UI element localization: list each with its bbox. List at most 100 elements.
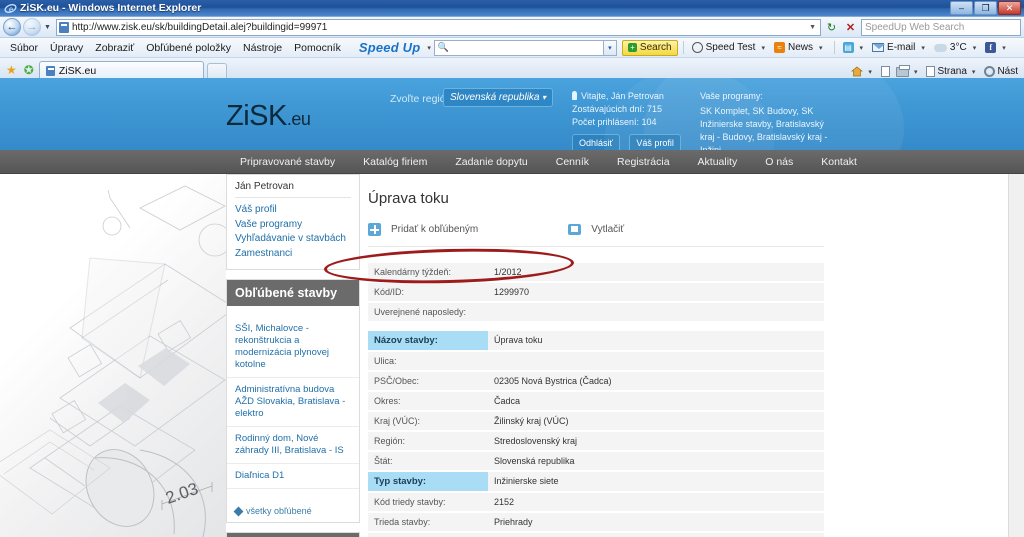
- tools-menu-button[interactable]: Nást: [982, 66, 1020, 77]
- user-greeting-text: Vitajte, Ján Petrovan: [581, 91, 664, 101]
- user-icon: [572, 91, 577, 100]
- print-chevron-down-icon[interactable]: ▾: [911, 68, 921, 76]
- row-value: Čadca: [488, 392, 824, 410]
- blueprint-background-image: 2.03: [0, 174, 226, 537]
- table-row: Štát: Slovenská republika: [368, 452, 824, 470]
- newest-project-title: Najnovší projekt: [227, 533, 359, 537]
- toolbar-weather[interactable]: 3°C ▾: [931, 42, 982, 53]
- page-icon: [926, 66, 936, 77]
- user-info-panel: Vitajte, Ján Petrovan Zostávajúcich dní:…: [572, 90, 692, 150]
- favorites-star-icon[interactable]: ★: [4, 63, 19, 79]
- nav-item-cennik[interactable]: Cenník: [542, 156, 603, 168]
- site-favicon-icon: [58, 21, 69, 33]
- home-chevron-down-icon[interactable]: ▾: [865, 68, 875, 76]
- feeds-button[interactable]: [879, 66, 892, 77]
- address-bar[interactable]: http://www.zisk.eu/sk/buildingDetail.ale…: [55, 18, 821, 36]
- address-input[interactable]: http://www.zisk.eu/sk/buildingDetail.ale…: [72, 22, 804, 33]
- sidebar-item-vyhladavanie-v-stavbach[interactable]: Vyhľadávanie v stavbách: [235, 232, 351, 247]
- page-menu-button[interactable]: Strana ▾: [924, 66, 980, 77]
- menu-item-subor[interactable]: Súbor: [4, 41, 44, 55]
- maximize-button[interactable]: ❐: [974, 1, 997, 15]
- nav-item-zadanie-dopytu[interactable]: Zadanie dopytu: [441, 156, 541, 168]
- window-titlebar: e ZiSK.eu - Windows Internet Explorer – …: [0, 0, 1024, 17]
- print-icon: [568, 224, 582, 235]
- stop-button[interactable]: ✕: [842, 19, 859, 36]
- sidebar-item-vase-programy[interactable]: Vaše programy: [235, 218, 351, 233]
- speedup-search-input[interactable]: 🔍: [433, 39, 604, 56]
- facebook-chevron-down-icon[interactable]: ▾: [999, 44, 1009, 52]
- nav-item-katalog-firiem[interactable]: Katalóg firiem: [349, 156, 441, 168]
- apps-chevron-down-icon[interactable]: ▾: [857, 44, 867, 52]
- toolbar-facebook[interactable]: f ▾: [982, 42, 1012, 53]
- speedup-search-button[interactable]: + Search: [621, 39, 678, 56]
- page-scrollbar[interactable]: [1008, 174, 1024, 537]
- list-item[interactable]: Administratívna budova AŽD Slovakia, Bra…: [227, 378, 359, 427]
- print-button[interactable]: ▾: [894, 64, 923, 77]
- recent-pages-chevron-down-icon[interactable]: ▼: [43, 24, 54, 31]
- page-chevron-down-icon[interactable]: ▾: [969, 68, 979, 76]
- menu-item-zobrazit[interactable]: Zobraziť: [89, 41, 140, 55]
- tab-favicon-icon: [45, 65, 55, 76]
- table-row: Región: Stredoslovenský kraj: [368, 432, 824, 450]
- page-menu-label: Strana: [937, 66, 967, 77]
- toolbar-apps[interactable]: ▤ ▾: [840, 42, 870, 53]
- news-chevron-down-icon[interactable]: ▾: [816, 44, 826, 52]
- site-logo[interactable]: ZiSK.eu: [226, 100, 311, 133]
- speedup-search-dropdown-chevron-down-icon[interactable]: ▾: [603, 39, 617, 56]
- programs-value: SK Komplet, SK Budovy, SK Inžinierske st…: [700, 106, 828, 150]
- email-chevron-down-icon[interactable]: ▾: [918, 44, 928, 52]
- region-select[interactable]: Slovenská republika ▾: [443, 88, 553, 107]
- search-icon: 🔍: [437, 42, 450, 52]
- add-favorite-star-icon[interactable]: ✪: [22, 63, 36, 79]
- back-button[interactable]: ←: [3, 18, 21, 36]
- logout-button[interactable]: Odhlásiť: [572, 134, 620, 150]
- nav-item-registracia[interactable]: Registrácia: [603, 156, 684, 168]
- speed-test-chevron-down-icon[interactable]: ▾: [758, 44, 768, 52]
- nav-item-kontakt[interactable]: Kontakt: [807, 156, 871, 168]
- tab-zisk-eu[interactable]: ZiSK.eu: [38, 61, 204, 79]
- toolbar-email[interactable]: E-mail ▾: [869, 42, 931, 53]
- forward-button[interactable]: →: [23, 18, 41, 36]
- internet-explorer-window: e ZiSK.eu - Windows Internet Explorer – …: [0, 0, 1024, 537]
- minimize-button[interactable]: –: [950, 1, 973, 15]
- row-value: Priehrady: [488, 513, 824, 531]
- weather-chevron-down-icon[interactable]: ▾: [970, 44, 980, 52]
- row-value: 02305 Nová Bystrica (Čadca): [488, 372, 824, 390]
- refresh-button[interactable]: ↻: [823, 19, 840, 36]
- add-to-favorites-button[interactable]: Pridať k obľúbeným: [368, 223, 478, 236]
- svg-text:2.03: 2.03: [163, 479, 200, 508]
- nav-item-aktuality[interactable]: Aktuality: [684, 156, 752, 168]
- browser-search-input[interactable]: SpeedUp Web Search: [861, 18, 1021, 36]
- nav-item-o-nas[interactable]: O nás: [751, 156, 807, 168]
- home-button[interactable]: ▾: [849, 66, 877, 77]
- menu-item-pomocnik[interactable]: Pomocník: [288, 41, 347, 55]
- favorite-link[interactable]: Rodinný dom, Nové záhrady III, Bratislav…: [235, 433, 351, 457]
- toolbar-news[interactable]: ≈ News ▾: [771, 42, 829, 53]
- speedup-chevron-down-icon[interactable]: ▾: [424, 44, 434, 52]
- print-page-button[interactable]: Vytlačiť: [568, 224, 624, 235]
- favorite-link[interactable]: Administratívna budova AŽD Slovakia, Bra…: [235, 384, 351, 420]
- favorite-link[interactable]: Diaľnica D1: [235, 470, 351, 482]
- list-item[interactable]: SŠI, Michalovce - rekonštrukcia a modern…: [227, 317, 359, 378]
- list-item[interactable]: Diaľnica D1: [227, 464, 359, 489]
- menu-item-oblubene-polozky[interactable]: Obľúbené položky: [140, 41, 237, 55]
- address-chevron-down-icon[interactable]: ▼: [807, 24, 818, 31]
- all-favorites-link[interactable]: všetky obľúbené: [227, 500, 359, 522]
- print-page-label: Vytlačiť: [591, 224, 625, 235]
- new-tab-button[interactable]: [206, 63, 227, 79]
- feeds-icon: [880, 66, 890, 77]
- list-item[interactable]: Rodinný dom, Nové záhrady III, Bratislav…: [227, 427, 359, 464]
- toolbar-divider: [682, 41, 684, 54]
- speedup-search-button-label: Search: [639, 42, 672, 53]
- profile-button[interactable]: Váš profil: [629, 134, 681, 150]
- toolbar-speed-test[interactable]: Speed Test ▾: [689, 42, 771, 53]
- row-value: Stredoslovenský kraj: [488, 432, 824, 450]
- nav-item-pripravovane-stavby[interactable]: Pripravované stavby: [226, 156, 349, 168]
- close-button[interactable]: ✕: [998, 1, 1021, 15]
- favorite-link[interactable]: SŠI, Michalovce - rekonštrukcia a modern…: [235, 323, 351, 371]
- user-greeting: Vitajte, Ján Petrovan: [572, 90, 692, 103]
- menu-item-nastroje[interactable]: Nástroje: [237, 41, 288, 55]
- sidebar-item-vas-profil[interactable]: Váš profil: [235, 203, 351, 218]
- sidebar-item-zamestnanci[interactable]: Zamestnanci: [235, 247, 351, 262]
- menu-item-upravy[interactable]: Úpravy: [44, 41, 89, 55]
